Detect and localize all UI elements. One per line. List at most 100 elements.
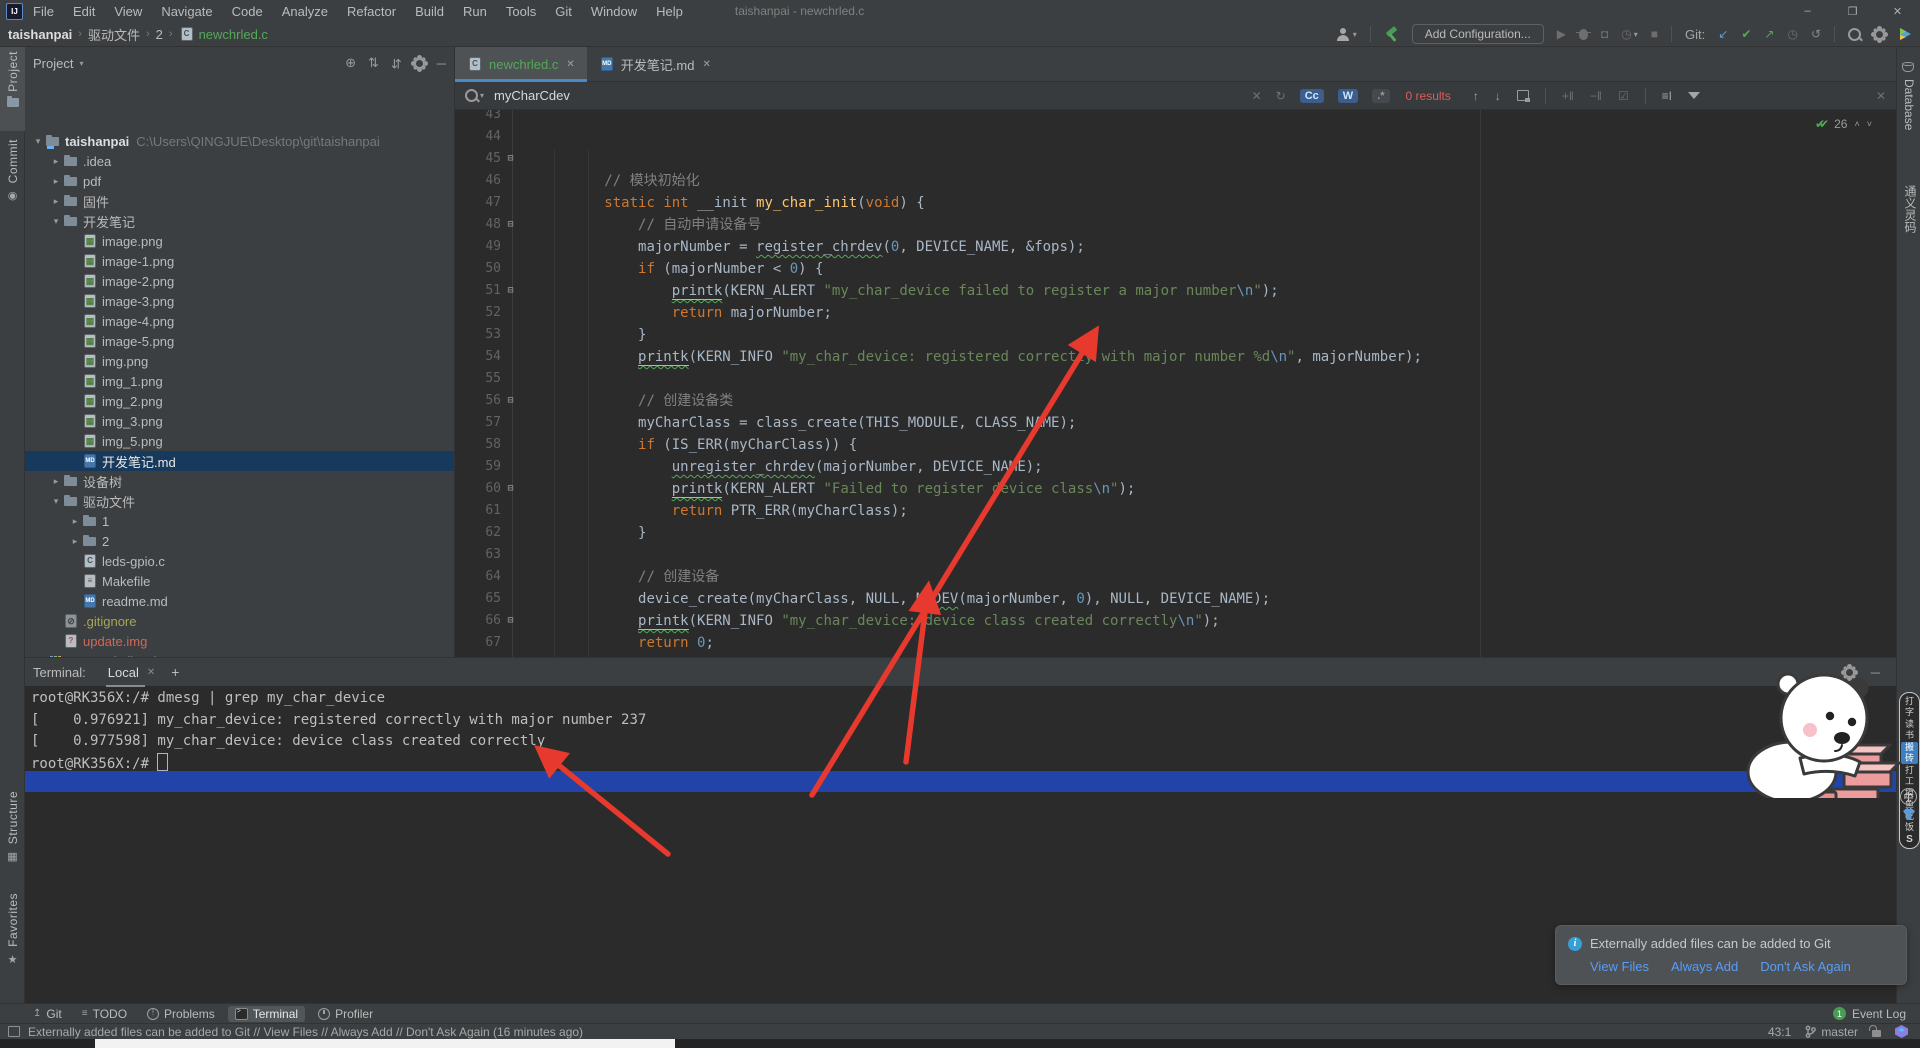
git-push-icon[interactable]: ↗ (1764, 27, 1774, 41)
toast-action-link[interactable]: Always Add (1671, 959, 1738, 974)
tab-newchrled-c[interactable]: newchrled.c ✕ (455, 47, 587, 81)
line-number[interactable]: 52 (455, 302, 501, 324)
line-number[interactable]: 50 (455, 258, 501, 280)
line-number[interactable]: 47 (455, 192, 501, 214)
shirt-icon[interactable] (1901, 807, 1917, 821)
tree-row[interactable]: img_2.png (25, 391, 455, 411)
close-icon[interactable]: ✕ (566, 59, 574, 70)
menu-item[interactable]: Git (555, 4, 572, 19)
menu-item[interactable]: Window (591, 4, 637, 19)
add-selection-icon[interactable]: +‖ (1562, 89, 1574, 103)
line-number[interactable]: 49 (455, 236, 501, 258)
chevron-icon[interactable]: ▾ (49, 496, 63, 507)
fold-marker-icon[interactable] (501, 170, 520, 192)
tree-row[interactable]: ▾ taishanpai C:\Users\QINGJUE\Desktop\gi… (25, 131, 455, 151)
tree-row[interactable]: ▸ 1 (25, 511, 455, 531)
user-profile-button[interactable]: ▾ (1336, 28, 1357, 41)
run-configuration-select[interactable]: Add Configuration... (1412, 24, 1544, 44)
event-log-button[interactable]: 1 Event Log (1833, 1007, 1912, 1021)
sidebar-item-favorites[interactable]: Favorites ★ (0, 889, 25, 979)
sidebar-item-database[interactable]: Database (1902, 79, 1916, 133)
fold-marker-icon[interactable] (501, 324, 520, 346)
build-hammer-icon[interactable] (1384, 27, 1399, 42)
sidebar-item-project[interactable]: Project (0, 47, 25, 131)
line-number[interactable]: 64 (455, 566, 501, 588)
tree-row[interactable]: readme.md (25, 591, 455, 611)
breadcrumb-item[interactable]: › 2 (144, 27, 163, 42)
line-number[interactable]: 62 (455, 522, 501, 544)
select-all-occurrences-icon[interactable]: ☑ (1618, 89, 1629, 103)
collapse-all-icon[interactable]: ⇅ (391, 55, 402, 71)
line-number[interactable]: 44 (455, 126, 501, 148)
search-everywhere-icon[interactable] (1848, 28, 1861, 41)
fold-marker-icon[interactable] (501, 346, 520, 368)
terminal-output[interactable]: root@RK356X:/# dmesg | grep my_char_devi… (31, 688, 1896, 774)
history-icon[interactable]: ◷ (1787, 27, 1797, 41)
line-number[interactable]: 60 (455, 478, 501, 500)
sidebar-item-ai-assistant[interactable]: 通义灵码 (1902, 185, 1919, 236)
tool-window-button[interactable]: Profiler (311, 1006, 380, 1022)
chevron-icon[interactable]: ▸ (49, 476, 63, 487)
sidebar-item-structure[interactable]: Structure ▦ (0, 787, 25, 881)
line-number[interactable]: 56 (455, 390, 501, 412)
tree-row[interactable]: img_5.png (25, 431, 455, 451)
line-number[interactable]: 55 (455, 368, 501, 390)
locate-file-icon[interactable]: ⊕ (345, 55, 356, 71)
breadcrumb-item[interactable]: › 驱动文件 (76, 25, 140, 44)
tree-row[interactable]: image-3.png (25, 291, 455, 311)
tree-row[interactable]: .gitignore (25, 611, 455, 631)
plugin-logo-icon[interactable] (1898, 27, 1912, 41)
tree-row[interactable]: img.png (25, 351, 455, 371)
fold-marker-icon[interactable] (501, 588, 520, 610)
expand-all-icon[interactable]: ⇅ (368, 55, 379, 71)
close-find-bar-icon[interactable]: ✕ (1876, 89, 1886, 103)
chevron-down-icon[interactable]: ˅ (1867, 119, 1872, 129)
project-view-select[interactable]: Project▾ (33, 56, 83, 71)
menu-item[interactable]: Analyze (282, 4, 328, 19)
tool-window-button[interactable]: Problems (140, 1006, 222, 1022)
breadcrumb-item[interactable]: › taishanpai (8, 27, 72, 42)
line-number[interactable]: 66 (455, 610, 501, 632)
tree-row[interactable]: image-1.png (25, 251, 455, 271)
tree-row[interactable]: ▾ 开发笔记 (25, 211, 455, 231)
tree-row[interactable]: image-4.png (25, 311, 455, 331)
menu-item[interactable]: View (114, 4, 142, 19)
chevron-icon[interactable]: ▾ (49, 216, 63, 227)
tree-row[interactable]: img_3.png (25, 411, 455, 431)
line-number[interactable]: 67 (455, 632, 501, 654)
line-number[interactable]: 65 (455, 588, 501, 610)
close-icon[interactable]: ✕ (147, 667, 155, 678)
previous-occurrence-icon[interactable]: ↑ (1473, 89, 1479, 103)
minimize-button[interactable]: – (1785, 0, 1830, 22)
tree-row[interactable]: update.img (25, 631, 455, 651)
new-line-icon[interactable]: ↻ (1276, 89, 1286, 103)
fold-marker-icon[interactable]: ⊟ (501, 610, 520, 632)
fold-marker-icon[interactable] (501, 632, 520, 654)
tree-row[interactable]: image-2.png (25, 271, 455, 291)
fold-marker-icon[interactable] (501, 236, 520, 258)
chevron-icon[interactable]: ▸ (49, 176, 63, 187)
toast-action-link[interactable]: Don't Ask Again (1760, 959, 1851, 974)
tool-window-button[interactable]: ↥ Git (26, 1006, 69, 1022)
menu-item[interactable]: File (33, 4, 54, 19)
run-icon[interactable]: ▶ (1557, 27, 1566, 41)
fold-marker-icon[interactable] (501, 522, 520, 544)
tool-window-button[interactable]: ≡ TODO (75, 1006, 134, 1022)
git-update-icon[interactable]: ↙ (1718, 27, 1728, 41)
fold-marker-icon[interactable]: ⊟ (501, 214, 520, 236)
code-editor[interactable]: 43 44 // 模块初始化 45 ⊟ (455, 110, 1896, 657)
close-icon[interactable]: ✕ (702, 59, 710, 70)
search-mode-button[interactable]: ▾ (465, 89, 484, 102)
fold-marker-icon[interactable]: ⊟ (501, 390, 520, 412)
tree-row[interactable]: ▸ 固件 (25, 191, 455, 211)
debug-icon[interactable] (1579, 29, 1588, 40)
fold-marker-icon[interactable] (501, 368, 520, 390)
fold-marker-icon[interactable] (501, 566, 520, 588)
fold-marker-icon[interactable]: ⊟ (501, 148, 520, 170)
fold-marker-icon[interactable] (501, 412, 520, 434)
unlocked-icon[interactable] (1872, 1030, 1881, 1037)
status-option[interactable]: S (1901, 834, 1918, 845)
chevron-icon[interactable]: ▸ (68, 516, 82, 527)
clear-search-icon[interactable]: ✕ (1252, 89, 1262, 103)
line-number[interactable]: 58 (455, 434, 501, 456)
